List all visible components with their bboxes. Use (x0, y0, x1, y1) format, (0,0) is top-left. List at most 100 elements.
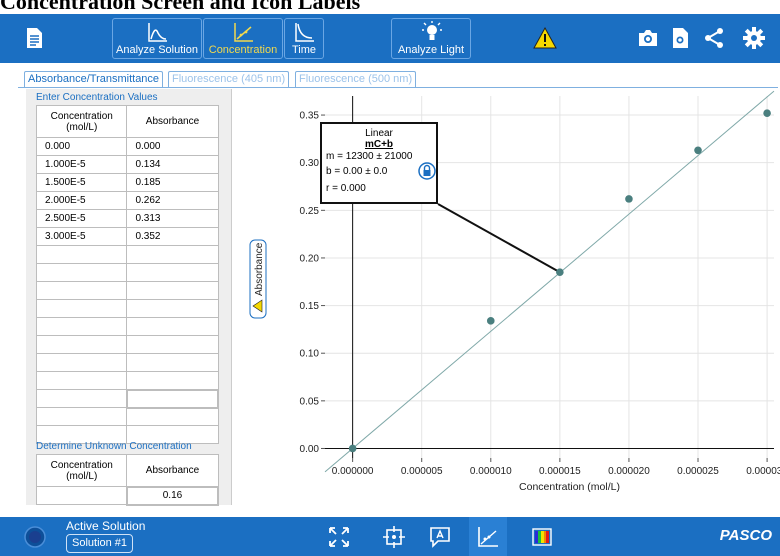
absorbance-cell[interactable] (126, 353, 219, 372)
data-point (556, 268, 564, 277)
concentration-cell[interactable]: 3.000E-5 (35, 227, 128, 246)
concentration-cell[interactable]: 1.000E-5 (35, 155, 128, 174)
absorbance-cell[interactable] (126, 299, 219, 318)
analyze-light-button[interactable]: Analyze Light (391, 18, 471, 59)
scale-to-fit-icon[interactable] (327, 525, 351, 549)
y-tick-label: 0.10 (300, 349, 320, 360)
concentration-cell[interactable] (35, 317, 128, 336)
table-row (35, 407, 219, 426)
time-button[interactable]: Time (284, 18, 324, 59)
linear-fit-box[interactable]: Linear mC+b m = 12300 ± 21000 b = 0.00 ±… (320, 122, 438, 204)
concentration-cell[interactable] (35, 281, 128, 300)
concentration-cell[interactable]: 1.500E-5 (35, 173, 128, 192)
table-row (35, 263, 219, 282)
annotation-icon[interactable] (428, 525, 452, 549)
tab-absorbance-transmittance[interactable]: Absorbance/Transmittance (24, 71, 164, 87)
fit-intercept: b = 0.00 ± 0.0 (326, 166, 388, 177)
absorbance-cell[interactable]: 0.134 (126, 155, 219, 174)
analyze-solution-button[interactable]: Analyze Solution (112, 18, 202, 59)
absorbance-cell[interactable] (126, 335, 219, 354)
absorbance-cell[interactable] (126, 263, 219, 282)
unknown-absorbance-input[interactable]: 0.16 (125, 485, 220, 506)
share-icon[interactable] (702, 26, 726, 50)
table-row (35, 388, 220, 409)
table-row (35, 335, 219, 354)
top-toolbar: Analyze Solution Concentration Time Anal… (0, 14, 780, 63)
absorbance-cell[interactable]: 0.313 (126, 209, 219, 228)
unknown-concentration-cell[interactable] (35, 486, 128, 505)
absorbance-cell[interactable] (125, 388, 220, 409)
solution-indicator-icon[interactable] (24, 526, 46, 548)
absorbance-cell[interactable] (126, 371, 219, 390)
y-tick-label: 0.15 (300, 301, 320, 312)
absorbance-cell[interactable] (126, 245, 219, 264)
document-icon[interactable] (22, 26, 46, 50)
data-point (763, 109, 771, 117)
concentration-cell[interactable] (35, 353, 128, 372)
concentration-plot[interactable]: 0.00 0.05 0.10 0.15 0.20 0.25 0.30 0.35 0.000000… (236, 88, 780, 506)
unknown-concentration-label: Determine Unknown Concentration (36, 441, 192, 452)
concentration-cell[interactable] (35, 335, 128, 354)
x-tick-label: 0.000015 (539, 466, 581, 477)
curve-fit-icon (478, 527, 498, 547)
table-row: 2.500E-5 0.313 (35, 209, 219, 228)
concentration-cell[interactable]: 0.000 (35, 137, 128, 156)
concentration-cell[interactable] (35, 389, 128, 408)
x-tick-label: 0.000010 (470, 466, 512, 477)
concentration-button[interactable]: Concentration (203, 18, 283, 59)
table-row (35, 353, 219, 372)
camera-icon[interactable] (636, 26, 660, 50)
table-row (35, 299, 219, 318)
y-tick-label: 0.30 (300, 158, 320, 169)
absorbance-cell[interactable] (126, 281, 219, 300)
concentration-cell[interactable] (35, 263, 128, 282)
concentration-cell[interactable]: 2.500E-5 (35, 209, 128, 228)
data-point (694, 146, 702, 155)
concentration-cell[interactable] (35, 299, 128, 318)
light-bulb-icon (422, 21, 442, 40)
fit-formula: mC+b (364, 139, 394, 150)
concentration-label: Concentration (208, 44, 278, 56)
absorbance-cell[interactable]: 0.185 (126, 173, 219, 192)
concentration-cell[interactable]: 2.000E-5 (35, 191, 128, 210)
absorbance-cell[interactable]: 0.262 (126, 191, 219, 210)
table-row (35, 281, 219, 300)
coordinates-tool-icon[interactable] (382, 525, 406, 549)
solution-select-button[interactable]: Solution #1 (66, 534, 134, 553)
y-axis-label: Absorbance (254, 242, 265, 296)
table-row: 0.000 0.000 (35, 137, 219, 156)
curve-fit-button[interactable] (469, 517, 507, 556)
data-point (625, 195, 633, 203)
tab-fluorescence-500[interactable]: Fluorescence (500 nm) (295, 71, 417, 87)
x-tick-label: 0.000025 (677, 466, 719, 477)
tab-fluorescence-405[interactable]: Fluorescence (405 nm) (168, 71, 290, 87)
absorbance-cell[interactable] (126, 317, 219, 336)
table-row: 3.000E-5 0.352 (35, 227, 219, 246)
analyze-solution-label: Analyze Solution (116, 44, 198, 56)
bottom-toolbar: Active Solution Solution #1 PASCO (0, 517, 780, 556)
data-point (348, 444, 357, 453)
time-label: Time (291, 44, 317, 56)
table-row: 2.000E-5 0.262 (35, 191, 219, 210)
spectrum-icon[interactable] (530, 525, 554, 549)
y-axis-label-button[interactable]: Absorbance (249, 239, 267, 319)
absorbance-cell[interactable] (126, 407, 219, 426)
absorbance-cell[interactable]: 0.000 (126, 137, 219, 156)
col-absorbance-header: Absorbance (126, 105, 219, 138)
gear-icon[interactable] (742, 26, 766, 50)
concentration-cell[interactable] (35, 245, 128, 264)
fit-correlation: r = 0.000 (326, 183, 366, 194)
x-tick-label: 0.000030 (746, 466, 780, 477)
concentration-cell[interactable] (35, 371, 128, 390)
unknown-table: Concentration (mol/L) Absorbance 0.16 (35, 454, 220, 506)
concentration-cell[interactable] (35, 407, 128, 426)
y-tick-label: 0.00 (300, 444, 320, 455)
warning-icon[interactable] (533, 26, 557, 50)
analyze-solution-icon (148, 23, 167, 42)
snapshot-document-icon[interactable] (668, 26, 692, 50)
absorbance-cell[interactable]: 0.352 (126, 227, 219, 246)
table-row: 1.500E-5 0.185 (35, 173, 219, 192)
x-axis-label: Concentration (mol/L) (519, 481, 620, 493)
y-tick-label: 0.35 (300, 111, 320, 122)
lock-icon[interactable] (418, 162, 436, 180)
